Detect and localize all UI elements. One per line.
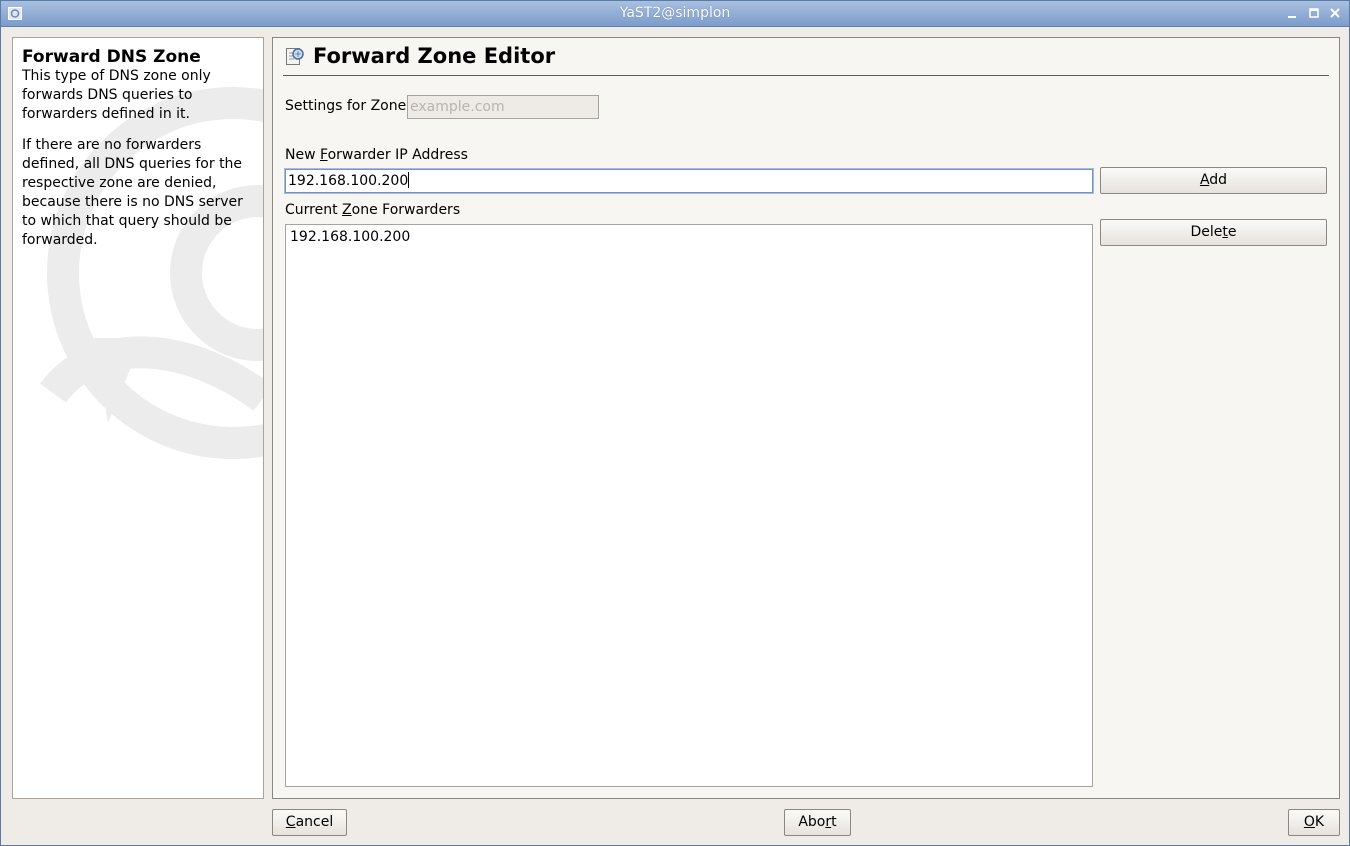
new-forwarder-label-pre: New [285, 147, 320, 163]
cancel-button[interactable]: Cancel [272, 809, 347, 836]
current-forwarders-label-pre: Current [285, 202, 343, 218]
current-forwarders-label: Current Zone Forwarders [285, 202, 460, 219]
cancel-button-rest: ancel [295, 814, 334, 830]
ok-button-rest: K [1314, 814, 1325, 830]
abort-button[interactable]: Abort [784, 809, 851, 836]
add-button[interactable]: Add [1100, 167, 1327, 194]
yast-window: YaST2@simplon Forward DNS Zone This type… [0, 0, 1350, 846]
ok-button[interactable]: OK [1288, 809, 1340, 836]
new-forwarder-label-post: orwarder IP Address [327, 147, 468, 163]
abort-button-pre: Abo [798, 814, 826, 830]
new-forwarder-label: New Forwarder IP Address [285, 147, 468, 164]
forwarder-ip-input[interactable]: 192.168.100.200 [284, 168, 1094, 194]
ok-button-mnemonic: O [1303, 814, 1315, 830]
dns-zone-icon [286, 48, 304, 65]
cancel-button-mnemonic: C [285, 814, 296, 830]
current-forwarders-list[interactable]: 192.168.100.200 [285, 224, 1093, 787]
minimize-icon[interactable] [1285, 6, 1299, 20]
close-icon[interactable] [1328, 6, 1342, 20]
current-forwarders-label-post: one Forwarders [351, 202, 461, 218]
maximize-icon[interactable] [1307, 6, 1321, 20]
delete-button-post: e [1227, 224, 1237, 240]
title-divider [283, 75, 1329, 76]
help-paragraph-2: If there are no forwarders defined, all … [22, 137, 243, 248]
current-forwarders-label-mnemonic: Z [342, 202, 352, 218]
help-title: Forward DNS Zone [22, 47, 201, 67]
new-forwarder-label-mnemonic: F [320, 147, 328, 163]
add-button-mnemonic: A [1199, 172, 1210, 188]
title-bar[interactable]: YaST2@simplon [1, 1, 1349, 27]
zone-label: Settings for Zone [285, 98, 407, 114]
add-button-rest: dd [1209, 172, 1228, 188]
abort-button-post: t [831, 814, 837, 830]
help-panel: Forward DNS Zone This type of DNS zone o… [12, 37, 264, 799]
delete-button-pre: Dele [1190, 224, 1223, 240]
page-title: Forward Zone Editor [313, 44, 556, 68]
delete-button[interactable]: Delete [1100, 219, 1327, 246]
help-paragraph-1: This type of DNS zone only forwards DNS … [22, 68, 211, 122]
text-caret [408, 172, 410, 188]
forward-zone-editor-panel: Forward Zone Editor Settings for Zone ex… [272, 37, 1340, 799]
window-title: YaST2@simplon [619, 5, 731, 21]
list-item[interactable]: 192.168.100.200 [290, 229, 410, 246]
forwarder-ip-value: 192.168.100.200 [288, 173, 409, 189]
zone-name-field: example.com [407, 95, 599, 119]
